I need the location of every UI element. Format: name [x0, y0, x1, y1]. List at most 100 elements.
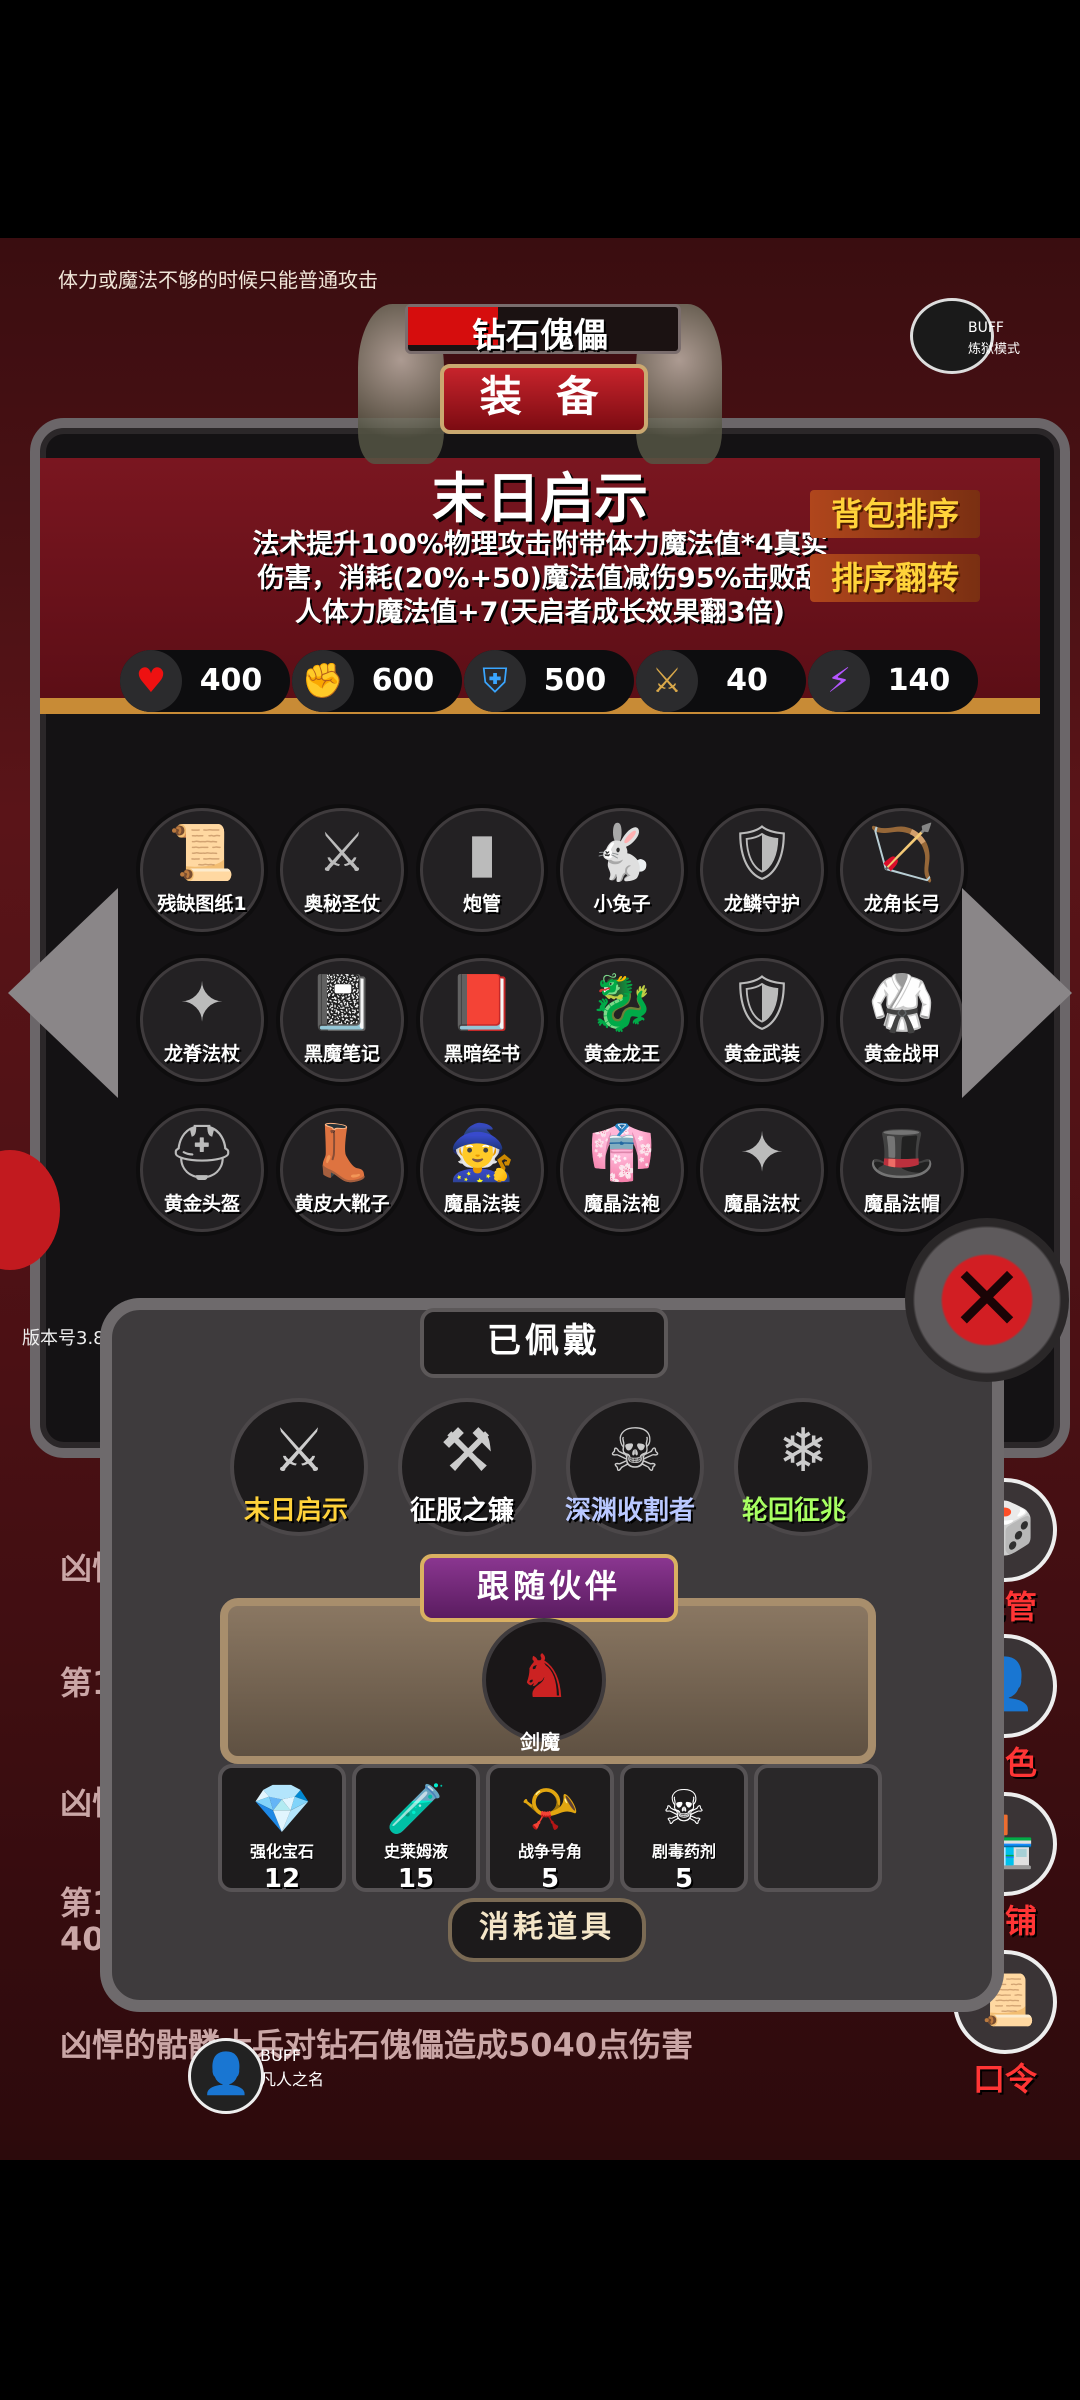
item-icon: 👢 — [308, 1121, 376, 1184]
item-label: 残缺图纸1 — [157, 893, 247, 915]
sort-bag-button[interactable]: 背包排序 — [810, 490, 980, 538]
item-description: 法术提升100%物理攻击附带体力魔法值*4真实伤害，消耗(20%+50)魔法值减… — [252, 529, 828, 628]
equipped-title: 已佩戴 — [420, 1308, 668, 1378]
horn-icon: 📯 — [520, 1781, 580, 1837]
inventory-slot[interactable]: ▮ 炮管 — [420, 808, 544, 932]
stat-hp: ♥ 400 — [120, 650, 290, 712]
item-icon: 🥋 — [868, 971, 936, 1034]
log-line: 凶悍的骷髅士兵对钻石傀儡造成5040点伤害 — [60, 2026, 694, 2064]
game-screen: 凶悍 第15 凶悍 第1 405 凶悍的骷髅士兵对钻石傀儡造成5040点伤害 体… — [0, 238, 1080, 2160]
weapon-icon: ⚔ — [272, 1416, 326, 1486]
item-label: 黄金武装 — [723, 1043, 800, 1065]
inventory-slot[interactable]: ✦ 龙脊法杖 — [140, 958, 264, 1082]
armor-icon: ☠ — [608, 1416, 662, 1486]
item-icon: 🎩 — [868, 1121, 936, 1184]
inventory-slot[interactable]: 🥋 黄金战甲 — [840, 958, 964, 1082]
item-label: 龙角长弓 — [863, 893, 940, 915]
boss-name: 钻石傀儡 — [472, 316, 608, 356]
close-icon: ✕ — [949, 1247, 1025, 1352]
stat-attack: ⚔ 40 — [636, 650, 806, 712]
item-label: 魔晶法帽 — [863, 1193, 940, 1215]
partner-name: 剑魔 — [520, 1730, 560, 1754]
item-label: 小兔子 — [593, 893, 651, 915]
item-label: 龙脊法杖 — [163, 1043, 240, 1065]
sword-icon: ⚔ — [636, 650, 698, 712]
consumable-slot[interactable]: ☠ 剧毒药剂 5 — [620, 1764, 748, 1894]
menu-label: 口令 — [972, 2060, 1037, 2098]
item-icon: 👘 — [588, 1121, 656, 1184]
consumable-slot[interactable]: 📯 战争号角 5 — [486, 1764, 614, 1894]
consumable-name: 战争号角 — [517, 1842, 582, 1861]
consumable-slot[interactable]: 🧪 史莱姆液 15 — [352, 1764, 480, 1894]
item-icon: 🐉 — [588, 971, 656, 1034]
inventory-slot[interactable]: ⛑ 黄金头盔 — [140, 1108, 264, 1232]
buff-mode: 炼狱模式 — [968, 342, 1021, 357]
equipped-label: 轮回征兆 — [741, 1496, 846, 1526]
stat-value: 40 — [726, 663, 768, 698]
consumables-title: 消耗道具 — [448, 1898, 646, 1962]
consumable-slot[interactable]: 💎 强化宝石 12 — [218, 1764, 346, 1894]
weapon-icon: ⚒ — [440, 1416, 494, 1486]
hint-text: 体力或魔法不够的时候只能普通攻击 — [58, 268, 378, 292]
consumable-name: 剧毒药剂 — [651, 1842, 716, 1861]
stat-value: 500 — [543, 663, 607, 698]
item-label: 黄金头盔 — [163, 1193, 240, 1215]
item-icon: 🧙 — [448, 1121, 516, 1184]
inventory-slot[interactable]: 🧙 魔晶法装 — [420, 1108, 544, 1232]
stat-strength: ✊ 600 — [292, 650, 462, 712]
potion-icon: 🧪 — [386, 1781, 446, 1837]
consumable-count: 5 — [674, 1864, 694, 1894]
item-label: 黄皮大靴子 — [294, 1193, 390, 1215]
person-icon[interactable]: 👤 — [188, 2038, 264, 2114]
consumable-count: 5 — [540, 1864, 560, 1894]
consumable-slot-empty[interactable] — [754, 1764, 882, 1892]
partner-slot[interactable]: ♞ — [482, 1618, 606, 1742]
gem-icon: 💎 — [252, 1781, 312, 1837]
consumable-count: 12 — [263, 1864, 301, 1894]
inventory-slot[interactable]: 📓 黑魔笔记 — [280, 958, 404, 1082]
item-icon: ▮ — [467, 821, 497, 884]
inventory-slot[interactable]: 📕 黑暗经书 — [420, 958, 544, 1082]
item-icon: 🛡 — [727, 821, 797, 884]
heart-icon: ♥ — [120, 650, 182, 712]
inventory-slot[interactable]: 🐇 小兔子 — [560, 808, 684, 932]
buff-label: BUFF — [968, 320, 1004, 336]
consumable-name: 史莱姆液 — [383, 1842, 448, 1861]
item-icon: ⚔ — [317, 821, 367, 884]
inventory-slot[interactable]: 📜 残缺图纸1 — [140, 808, 264, 932]
item-label: 黑暗经书 — [443, 1043, 520, 1065]
inventory-slot[interactable]: 🎩 魔晶法帽 — [840, 1108, 964, 1232]
item-label: 魔晶法杖 — [723, 1193, 800, 1215]
item-icon: 📕 — [448, 971, 516, 1034]
stat-value: 140 — [887, 663, 951, 698]
dragon-icon[interactable] — [910, 298, 994, 374]
item-icon: ✦ — [179, 971, 225, 1034]
inventory-slot[interactable]: 👘 魔晶法袍 — [560, 1108, 684, 1232]
stats-row: ♥ 400 ✊ 600 ⛨ 500 ⚔ 40 ⚡ 140 — [120, 650, 990, 714]
inventory-slot[interactable]: 🐉 黄金龙王 — [560, 958, 684, 1082]
item-icon: 🐇 — [588, 821, 656, 884]
item-label: 魔晶法袍 — [583, 1193, 660, 1215]
partner-title: 跟随伙伴 — [420, 1554, 678, 1622]
sort-flip-button[interactable]: 排序翻转 — [810, 554, 980, 602]
armor-icon: ⛨ — [464, 650, 526, 712]
inventory-slot[interactable]: ✦ 魔晶法杖 — [700, 1108, 824, 1232]
buff-sub: 凡人之名 — [260, 2070, 325, 2089]
inventory-slot[interactable]: 🛡 黄金武装 — [700, 958, 824, 1082]
inventory-slot[interactable]: 👢 黄皮大靴子 — [280, 1108, 404, 1232]
item-icon: 🏹 — [868, 821, 936, 884]
strength-icon: ✊ — [292, 650, 354, 712]
item-icon: ✦ — [739, 1121, 785, 1184]
inventory-slot[interactable]: 🛡 龙鳞守护 — [700, 808, 824, 932]
inventory-slot[interactable]: 🏹 龙角长弓 — [840, 808, 964, 932]
buff-label: BUFF — [260, 2046, 302, 2065]
prev-page-arrow[interactable] — [8, 888, 118, 1098]
item-label: 黄金龙王 — [583, 1043, 660, 1065]
panel-title: 装 备 — [440, 364, 648, 434]
item-label: 龙鳞守护 — [723, 893, 800, 915]
next-page-arrow[interactable] — [962, 888, 1072, 1098]
item-icon: ⛑ — [167, 1121, 237, 1184]
magic-icon: ⚡ — [808, 650, 870, 712]
inventory-slot[interactable]: ⚔ 奥秘圣仗 — [280, 808, 404, 932]
stat-armor: ⛨ 500 — [464, 650, 634, 712]
